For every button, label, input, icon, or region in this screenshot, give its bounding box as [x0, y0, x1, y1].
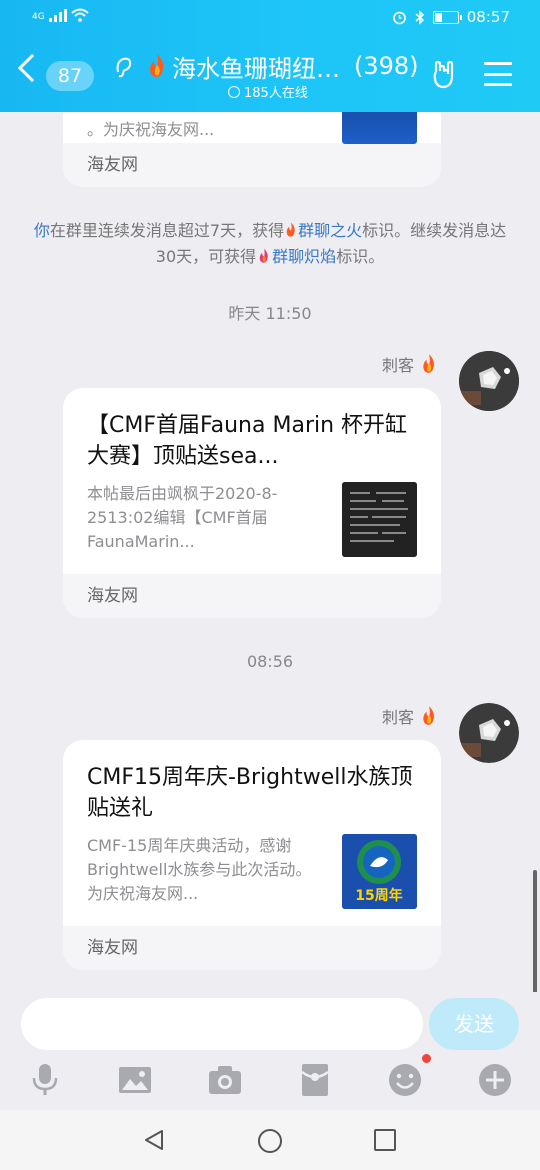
clock: 08:57: [466, 8, 510, 26]
card-description: CMF-15周年庆典活动，感谢Brightwell水族参与此次活动。为庆祝海友网…: [87, 836, 312, 903]
battery-icon: [432, 10, 462, 24]
timestamp: 昨天 11:50: [228, 304, 312, 323]
online-indicator-icon: [228, 85, 240, 98]
sender-name: 刺客: [382, 352, 438, 376]
nav-home-icon[interactable]: [257, 1128, 283, 1154]
sender-name: 刺客: [382, 704, 438, 728]
camera-icon[interactable]: [207, 1062, 243, 1098]
nav-back-icon[interactable]: [142, 1128, 166, 1152]
network-type: 4G: [32, 12, 45, 22]
link-card[interactable]: CMF15周年庆-Brightwell水族顶贴送礼 CMF-15周年庆典活动，感…: [63, 740, 441, 970]
alarm-icon: [392, 11, 406, 24]
fire-icon: [423, 706, 435, 725]
message-list[interactable]: 。为庆祝海友网... 海友网 你在群里连续发消息超过7天，获得 群聊之火标识。继续…: [0, 112, 540, 992]
card-thumbnail: [342, 112, 417, 144]
emoji-icon[interactable]: [387, 1062, 423, 1098]
rock-hand-icon[interactable]: [430, 60, 460, 90]
nav-recents-icon[interactable]: [373, 1128, 397, 1152]
system-notice: 你在群里连续发消息超过7天，获得 群聊之火标识。继续发消息达30天，可获得 群聊炽焰…: [33, 221, 507, 266]
scrollbar[interactable]: [533, 870, 537, 1010]
card-title: 【CMF首届Fauna Marin 杯开缸大赛】顶贴送sea...: [87, 413, 408, 469]
card-description: 本帖最后由飒枫于2020-8-2513:02编辑【CMF首届FaunaMarin…: [87, 484, 278, 551]
plus-icon[interactable]: [477, 1062, 513, 1098]
menu-icon[interactable]: [484, 62, 512, 86]
bluetooth-icon: [415, 9, 424, 25]
card-description: 。为庆祝海友网...: [87, 120, 215, 139]
status-bar: 4G 08:57: [0, 8, 540, 30]
timestamp: 08:56: [246, 652, 294, 671]
link-card[interactable]: 。为庆祝海友网... 海友网: [63, 112, 441, 187]
chat-title[interactable]: 海水鱼珊瑚纽带群 (398): [146, 48, 426, 84]
card-thumbnail: [342, 482, 417, 557]
link-card[interactable]: 【CMF首届Fauna Marin 杯开缸大赛】顶贴送sea... 本帖最后由飒…: [63, 388, 441, 618]
avatar[interactable]: [459, 703, 519, 763]
microphone-icon[interactable]: [27, 1062, 63, 1098]
member-count: (398): [354, 52, 419, 80]
composer: 发送: [0, 992, 540, 1110]
card-title: CMF15周年庆-Brightwell水族顶贴送礼: [87, 765, 413, 821]
chat-header: 4G 08:57 87 海水鱼珊瑚纽带群 (398) 185人在线: [0, 0, 540, 112]
input-toolbar: [0, 1054, 540, 1102]
group-blaze-link[interactable]: 群聊炽焰: [272, 247, 336, 266]
fire-icon: [423, 354, 435, 373]
card-thumbnail: 15周年: [342, 834, 417, 909]
wifi-icon: [71, 8, 89, 22]
group-name: 海水鱼珊瑚纽带群: [172, 54, 350, 83]
notification-dot: [422, 1054, 431, 1063]
send-button[interactable]: 发送: [429, 998, 519, 1050]
avatar[interactable]: [459, 351, 519, 411]
unread-count-badge[interactable]: 87: [46, 61, 94, 91]
card-source: 海友网: [63, 574, 441, 618]
red-packet-icon[interactable]: [297, 1062, 333, 1098]
message-input[interactable]: [21, 998, 423, 1050]
group-fire-link[interactable]: 群聊之火: [298, 221, 362, 240]
card-source: 海友网: [63, 143, 441, 187]
ear-icon[interactable]: [110, 54, 136, 80]
fire-icon: [150, 54, 164, 77]
blaze-icon: [259, 248, 268, 263]
card-source: 海友网: [63, 926, 441, 970]
image-icon[interactable]: [117, 1062, 153, 1098]
signal-icon: [48, 8, 67, 22]
online-count: 185人在线: [228, 82, 308, 101]
fire-icon: [286, 222, 295, 237]
anniversary-label: 15周年: [355, 887, 402, 904]
back-arrow-icon[interactable]: [17, 53, 47, 83]
system-navigation-bar: [0, 1110, 540, 1170]
you-link[interactable]: 你: [34, 221, 50, 240]
